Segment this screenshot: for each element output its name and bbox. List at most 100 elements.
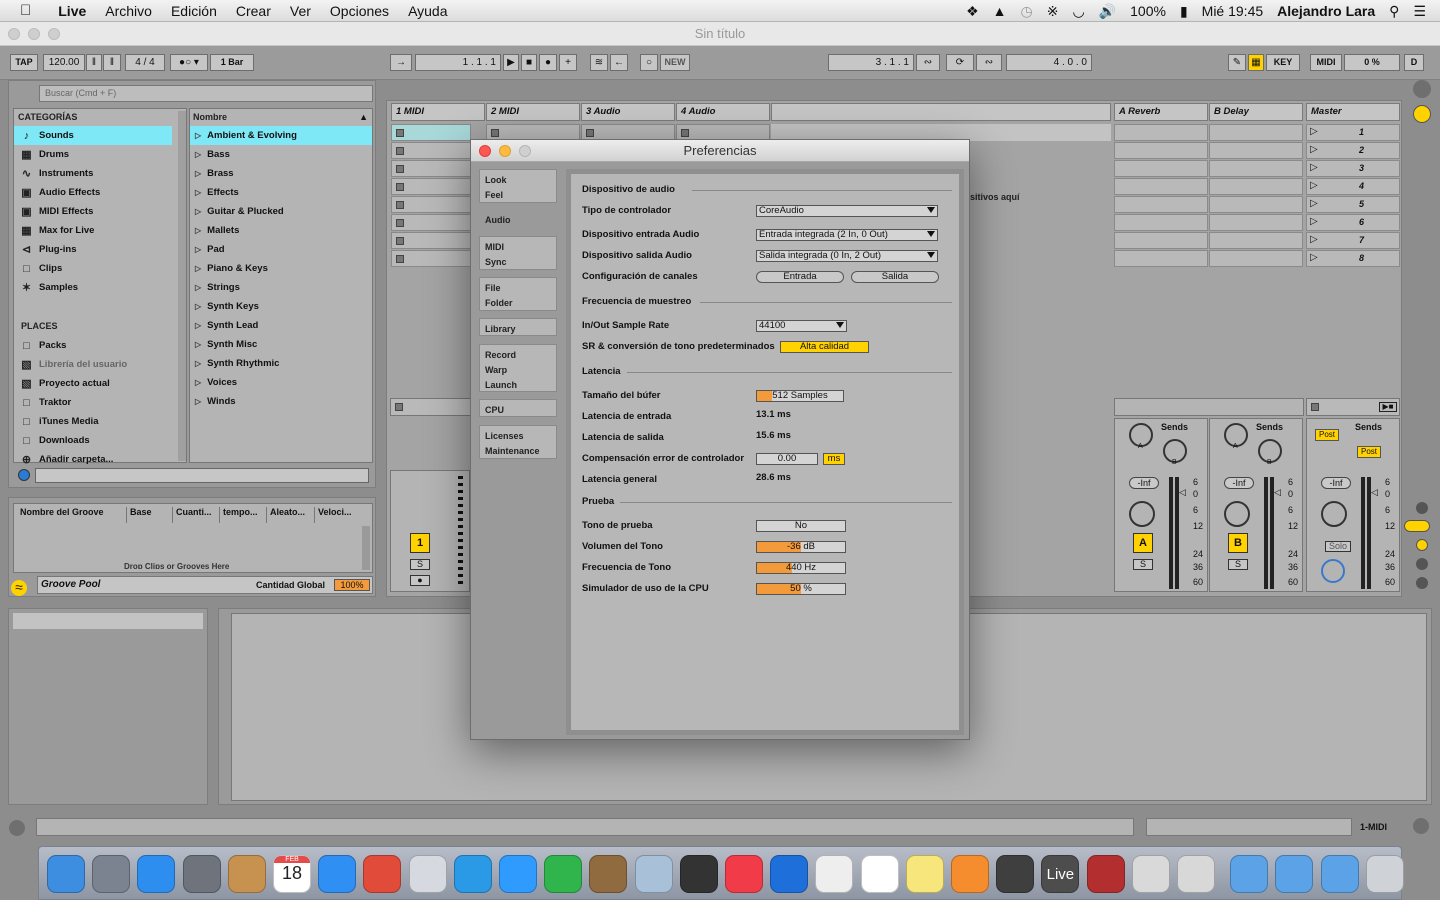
menu-archivo[interactable]: Archivo — [105, 3, 152, 19]
track-header[interactable]: 2 MIDI — [486, 103, 580, 121]
clip-slot[interactable] — [391, 196, 471, 213]
imovie-icon[interactable] — [679, 855, 718, 893]
mixer-toggle-icon[interactable] — [1413, 105, 1431, 123]
clip-slot[interactable] — [391, 214, 471, 231]
output-config-button[interactable]: Salida — [851, 271, 939, 283]
groove-column-header[interactable]: tempo... — [219, 507, 258, 523]
wifi-icon[interactable]: ◡ — [1072, 3, 1084, 20]
disclosure-triangle-icon[interactable]: ▷ — [195, 297, 201, 316]
clip-stop-icon[interactable] — [396, 147, 404, 155]
system-preferences-icon[interactable] — [182, 855, 221, 893]
scene-play-icon[interactable]: ▷ — [1310, 144, 1318, 155]
browser-item[interactable]: ▷ Brass — [190, 164, 372, 183]
groove-column-header[interactable]: Veloci... — [314, 507, 352, 523]
scene-play-icon[interactable]: ▷ — [1310, 162, 1318, 173]
tap-button[interactable]: TAP — [10, 54, 38, 71]
scene-launch[interactable]: ▷ 6 — [1306, 214, 1400, 231]
pan-knob[interactable] — [1129, 501, 1155, 527]
scene-play-icon[interactable]: ▷ — [1310, 216, 1318, 227]
automation-arm-button[interactable]: ≋ — [590, 54, 608, 71]
loop-length-field[interactable]: 4 . 0 . 0 — [1006, 54, 1092, 71]
clip-slot[interactable] — [391, 250, 471, 267]
itunes-icon[interactable] — [725, 855, 763, 893]
menu-crear[interactable]: Crear — [236, 3, 271, 19]
split-handle[interactable] — [458, 476, 463, 586]
driver-select[interactable]: CoreAudio — [756, 205, 938, 217]
category-sounds[interactable]: ♪ Sounds — [14, 126, 172, 145]
tab-library[interactable]: Library — [479, 318, 557, 336]
groove-column-header[interactable]: Nombre del Groove — [17, 507, 104, 523]
metronome-button[interactable]: ●○ ▾ — [170, 54, 208, 71]
follow-button[interactable]: → — [390, 54, 412, 71]
time-machine-icon[interactable]: ◷ — [1021, 3, 1033, 20]
return-track-header[interactable]: A Reverb — [1114, 103, 1208, 121]
volume-fader-icon[interactable]: ◁ — [1274, 487, 1281, 498]
clock[interactable]: Mié 19:45 — [1202, 3, 1263, 19]
downloads-folder-icon[interactable] — [1320, 855, 1359, 893]
browser-item[interactable]: ▷ Ambient & Evolving — [190, 126, 372, 145]
category-max-for-live[interactable]: ▦ Max for Live — [14, 221, 172, 240]
menu-opciones[interactable]: Opciones — [330, 3, 389, 19]
category-instruments[interactable]: ∿ Instruments — [14, 164, 172, 183]
disclosure-triangle-icon[interactable]: ▷ — [195, 354, 201, 373]
tab-record-warp-launch[interactable]: Record Warp Launch — [479, 344, 557, 392]
overview-toggle-icon[interactable] — [1413, 80, 1431, 98]
messages-icon[interactable] — [499, 855, 537, 893]
groove-column-header[interactable]: Base — [126, 507, 152, 523]
disclosure-triangle-icon[interactable]: ▷ — [195, 202, 201, 221]
driver-error-field[interactable]: 0.00 — [756, 453, 818, 465]
applications-folder-icon[interactable] — [1230, 855, 1269, 893]
category-clips[interactable]: □ Clips — [14, 259, 172, 278]
apple-menu-icon[interactable]:  — [20, 2, 31, 19]
zoom-dialog-button[interactable] — [519, 145, 531, 157]
disclosure-triangle-icon[interactable]: ▷ — [195, 335, 201, 354]
io-toggle-icon[interactable] — [1416, 502, 1428, 514]
notes-icon[interactable] — [905, 855, 944, 893]
dropbox-icon[interactable]: ❖ — [966, 3, 979, 20]
scene-launch[interactable]: ▷ 1 — [1306, 124, 1400, 141]
clip-slot[interactable] — [391, 142, 471, 159]
output-device-select[interactable]: Salida integrada (0 In, 2 Out) — [756, 250, 938, 262]
volume-icon[interactable]: 🔊 — [1099, 3, 1116, 20]
post-button[interactable]: Post — [1315, 429, 1339, 441]
tab-audio[interactable]: Audio — [479, 209, 569, 227]
return-solo[interactable]: S — [1228, 559, 1248, 570]
name-column-header[interactable]: Nombre — [193, 112, 227, 122]
preview-icon[interactable] — [408, 855, 447, 893]
track-header[interactable]: 4 Audio — [676, 103, 770, 121]
track-1-activator[interactable]: 1 — [410, 533, 430, 553]
browser-item[interactable]: ▷ Effects — [190, 183, 372, 202]
clip-stop-icon[interactable] — [396, 183, 404, 191]
return-track-header[interactable]: B Delay — [1209, 103, 1303, 121]
facetime-icon[interactable] — [544, 855, 583, 893]
master-track-header[interactable]: Master — [1306, 103, 1400, 121]
safari-icon[interactable] — [318, 855, 357, 893]
chrome-icon[interactable] — [363, 855, 402, 893]
play-button[interactable]: ▶ — [503, 54, 519, 71]
sample-rate-select[interactable]: 44100 — [756, 320, 847, 332]
post-button[interactable]: Post — [1357, 446, 1381, 458]
disclosure-triangle-icon[interactable]: ▷ — [195, 259, 201, 278]
tab-look-feel[interactable]: Look Feel — [479, 169, 557, 203]
zoom-window-button[interactable] — [48, 28, 60, 40]
buffer-size-field[interactable]: 512 Samples — [756, 390, 844, 402]
return-activator[interactable]: B — [1228, 533, 1248, 553]
draw-mode-button[interactable]: ✎ — [1228, 54, 1246, 71]
place-item[interactable]: ▧ Librería del usuario — [14, 355, 172, 374]
menu-ayuda[interactable]: Ayuda — [408, 3, 447, 19]
global-amount-field[interactable]: 100% — [334, 579, 370, 591]
minimize-window-button[interactable] — [28, 28, 40, 40]
place-item[interactable]: □ Traktor — [14, 393, 172, 412]
iphoto-icon[interactable] — [589, 855, 628, 893]
bluetooth-icon[interactable]: ※ — [1047, 3, 1059, 20]
nudge-up-button[interactable]: ‖ — [103, 54, 121, 71]
record-button[interactable]: ● — [539, 54, 557, 71]
battery-icon[interactable]: ▮ — [1180, 3, 1188, 20]
tone-volume-field[interactable]: -36 dB — [756, 541, 846, 553]
calculator-icon[interactable] — [1131, 855, 1170, 893]
back-to-arrangement-button[interactable]: ← — [610, 54, 628, 71]
browser-item[interactable]: ▷ Guitar & Plucked — [190, 202, 372, 221]
word-icon[interactable] — [770, 855, 809, 893]
track-header[interactable]: 3 Audio — [581, 103, 675, 121]
browser-item[interactable]: ▷ Strings — [190, 278, 372, 297]
